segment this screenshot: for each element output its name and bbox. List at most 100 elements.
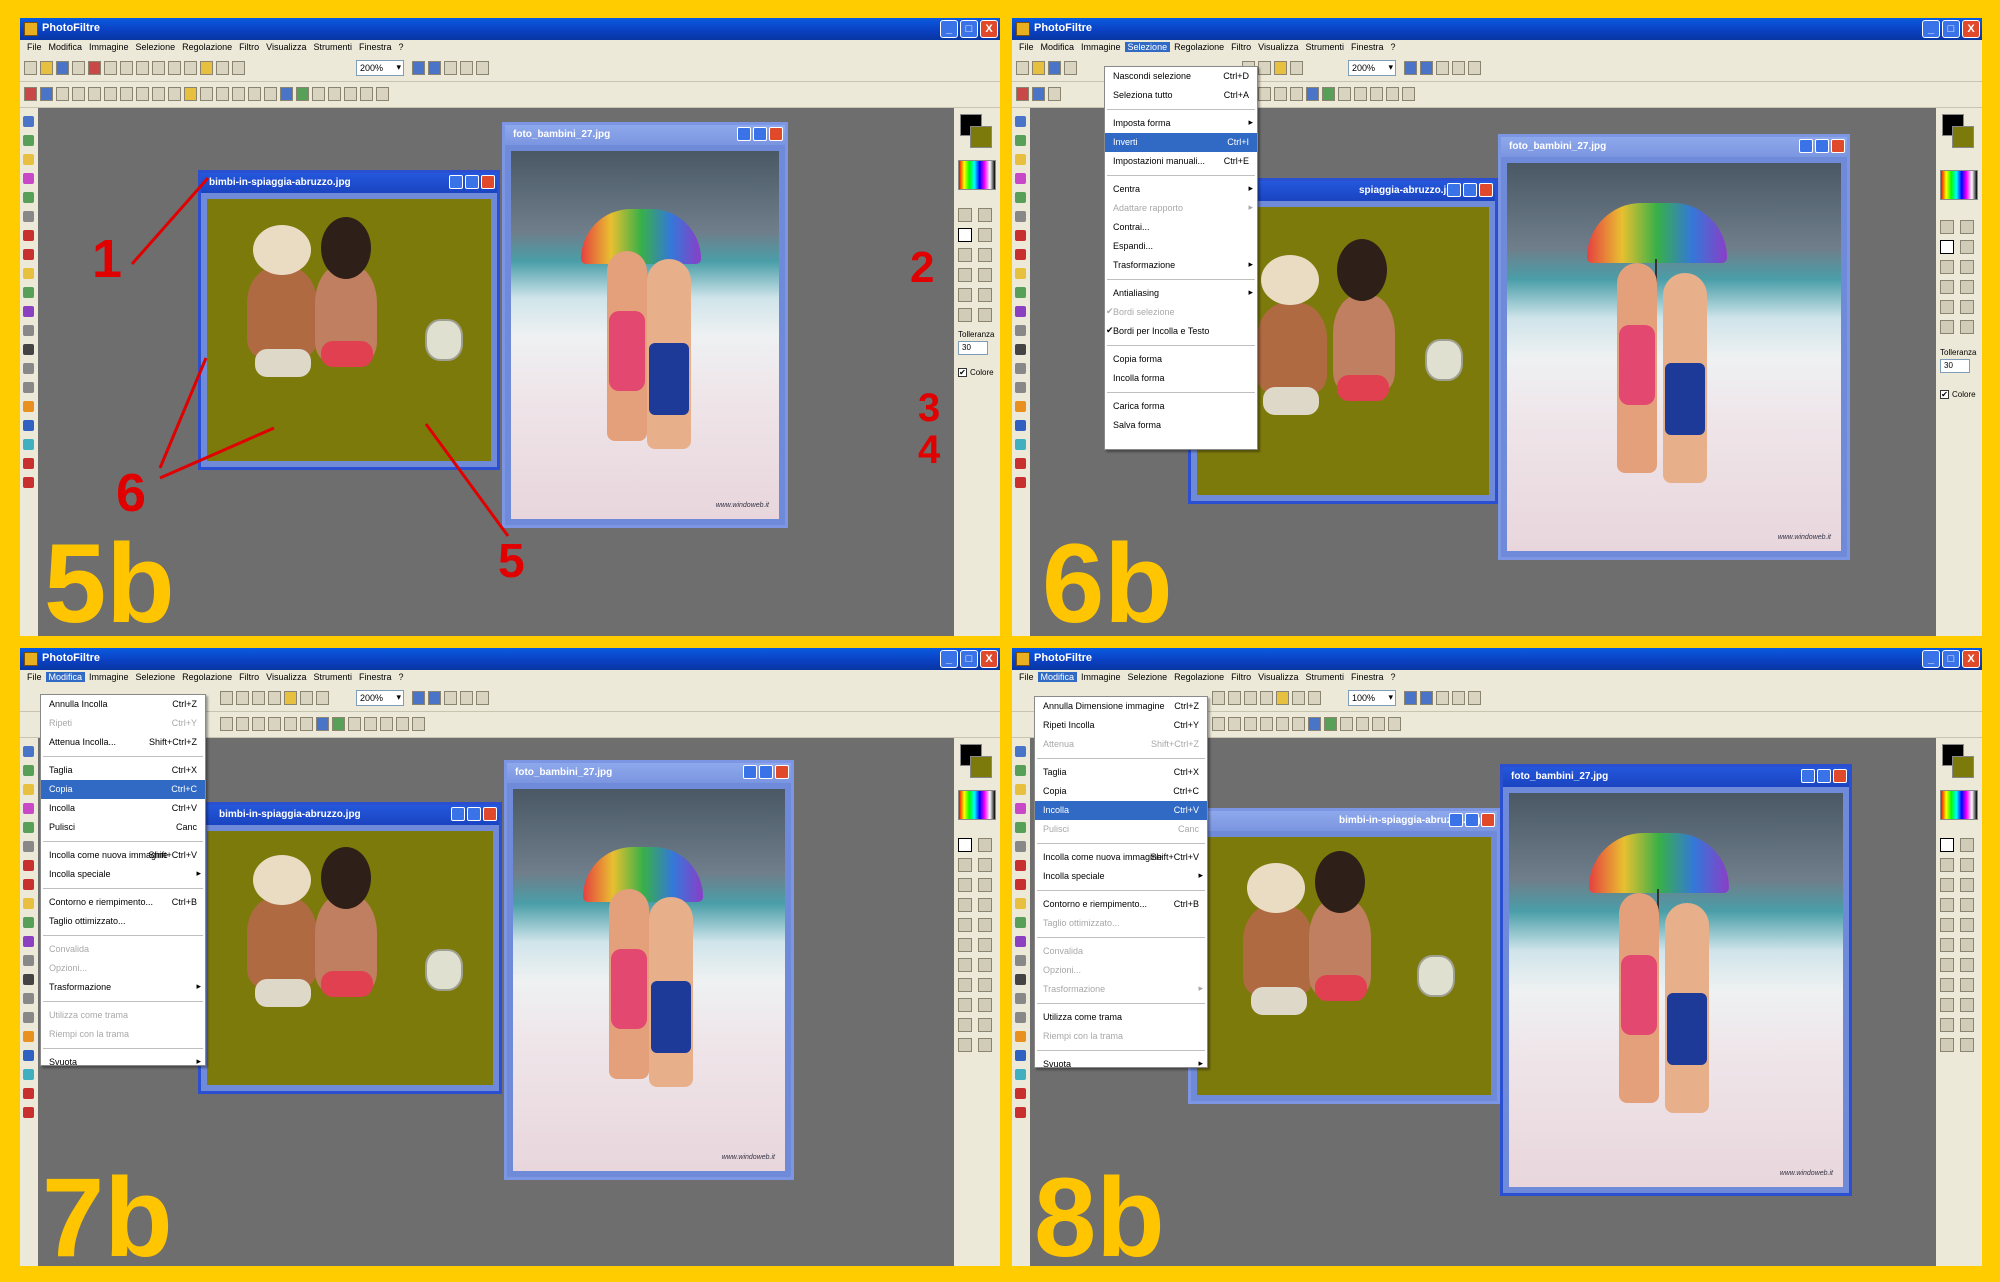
tool-icon[interactable] xyxy=(200,61,213,75)
menu-regolazione[interactable]: Regolazione xyxy=(1171,672,1227,682)
tool-icon[interactable] xyxy=(120,87,133,101)
tool-icon[interactable] xyxy=(23,249,34,260)
tool-icon[interactable] xyxy=(1015,746,1026,757)
tool-icon[interactable] xyxy=(1292,691,1305,705)
menu-strumenti[interactable]: Strumenti xyxy=(310,42,355,52)
frame-icon[interactable] xyxy=(978,1038,992,1052)
tool-icon[interactable] xyxy=(1015,401,1026,412)
doc-window-foto[interactable]: foto_bambini_27.jpg www.windoweb.it xyxy=(504,760,794,1180)
tool-icon[interactable] xyxy=(23,1012,34,1023)
star-icon[interactable] xyxy=(1015,230,1026,241)
fit-icon[interactable] xyxy=(444,61,457,75)
menu-strumenti[interactable]: Strumenti xyxy=(1302,42,1347,52)
zoom-in-icon[interactable] xyxy=(412,691,425,705)
menu-item-copia[interactable]: Copia Ctrl+C xyxy=(1035,782,1207,801)
smudge-icon[interactable] xyxy=(1960,918,1974,932)
magic-wand-icon[interactable] xyxy=(958,228,972,242)
menu-immagine[interactable]: Immagine xyxy=(86,42,132,52)
doc-window-bimbi[interactable]: bimbi-in-spiaggia-abruzzo.jpg xyxy=(198,170,500,470)
menu-help[interactable]: ? xyxy=(396,42,407,52)
tool-icon[interactable] xyxy=(1308,691,1321,705)
tool-icon[interactable] xyxy=(120,61,133,75)
fit-icon[interactable] xyxy=(1436,61,1449,75)
minimize-button[interactable]: _ xyxy=(940,650,958,668)
tool-icon[interactable] xyxy=(23,841,34,852)
tool-icon[interactable] xyxy=(1015,268,1026,279)
screen-icon[interactable] xyxy=(1468,691,1481,705)
menu-item-ripeti-incolla[interactable]: Ripeti Incolla Ctrl+Y xyxy=(1035,716,1207,735)
tool-icon[interactable] xyxy=(23,1088,34,1099)
minimize-button[interactable]: _ xyxy=(1922,650,1940,668)
image-canvas-foto[interactable]: www.windoweb.it xyxy=(1509,793,1843,1187)
menu-item-carica-forma[interactable]: Carica forma xyxy=(1105,397,1257,416)
tool-icon[interactable] xyxy=(232,87,245,101)
tool-icon[interactable] xyxy=(220,717,233,731)
hand-icon[interactable] xyxy=(1960,320,1974,334)
menu-item-copia[interactable]: Copia Ctrl+C xyxy=(41,780,205,799)
tool-icon[interactable] xyxy=(1372,717,1385,731)
menu-item-incolla-forma[interactable]: Incolla forma xyxy=(1105,369,1257,388)
tool-icon[interactable] xyxy=(236,717,249,731)
tool-icon[interactable] xyxy=(23,344,34,355)
tool-icon[interactable] xyxy=(1015,173,1026,184)
menu-immagine[interactable]: Immagine xyxy=(1078,42,1124,52)
tool-icon[interactable] xyxy=(1260,717,1273,731)
color-palette[interactable] xyxy=(1940,790,1978,820)
tool-icon[interactable] xyxy=(200,87,213,101)
menu-item-taglia[interactable]: Taglia Ctrl+X xyxy=(41,761,205,780)
menu-regolazione[interactable]: Regolazione xyxy=(1171,42,1227,52)
tolleranza-input[interactable]: 30 xyxy=(958,341,988,355)
tool-icon[interactable] xyxy=(56,87,69,101)
star-icon[interactable] xyxy=(23,230,34,241)
tool-icon[interactable] xyxy=(23,955,34,966)
triangle-shape-icon[interactable] xyxy=(1940,998,1954,1012)
close-button[interactable]: X xyxy=(1962,650,1980,668)
image-canvas-bimbi[interactable] xyxy=(207,199,491,461)
doc-minimize-button[interactable] xyxy=(449,175,463,189)
menu-item-espandi[interactable]: Espandi... xyxy=(1105,237,1257,256)
brush-icon[interactable] xyxy=(1960,280,1974,294)
tool-icon[interactable] xyxy=(296,87,309,101)
menu-filtro[interactable]: Filtro xyxy=(1228,42,1254,52)
doc-close-button[interactable] xyxy=(483,807,497,821)
stamp-icon[interactable] xyxy=(1940,938,1954,952)
redo-icon[interactable] xyxy=(104,61,117,75)
tool-icon[interactable] xyxy=(104,87,117,101)
menu-item-incolla[interactable]: Incolla Ctrl+V xyxy=(41,799,205,818)
menu-regolazione[interactable]: Regolazione xyxy=(179,42,235,52)
fill-icon[interactable] xyxy=(1940,260,1954,274)
tool-icon[interactable] xyxy=(23,420,34,431)
tool-icon[interactable] xyxy=(1258,87,1271,101)
blur-icon[interactable] xyxy=(958,918,972,932)
tool-icon[interactable] xyxy=(1228,691,1241,705)
pipette-icon[interactable] xyxy=(978,838,992,852)
line-icon[interactable] xyxy=(1960,240,1974,254)
tool-icon[interactable] xyxy=(23,154,34,165)
tool-icon[interactable] xyxy=(1290,61,1303,75)
undo-icon[interactable] xyxy=(88,61,101,75)
tool-icon[interactable] xyxy=(136,61,149,75)
tool-icon[interactable] xyxy=(23,803,34,814)
save-icon[interactable] xyxy=(1048,61,1061,75)
tool-icon[interactable] xyxy=(23,287,34,298)
doc-maximize-button[interactable] xyxy=(753,127,767,141)
tool-icon[interactable] xyxy=(344,87,357,101)
color-palette[interactable] xyxy=(958,160,996,190)
tool-icon[interactable] xyxy=(24,87,37,101)
doc-minimize-button[interactable] xyxy=(1447,183,1461,197)
tool-icon[interactable] xyxy=(1015,955,1026,966)
tool-icon[interactable] xyxy=(23,784,34,795)
polygon-icon[interactable] xyxy=(958,1018,972,1032)
doc-window-bimbi[interactable]: bimbi-in-spiaggia-abruzzo.jpg xyxy=(1188,808,1500,1104)
menu-item-incolla[interactable]: Incolla Ctrl+V xyxy=(1035,801,1207,820)
menu-item-contorno-e-riempimento[interactable]: Contorno e riempimento... Ctrl+B xyxy=(1035,895,1207,914)
tool-icon[interactable] xyxy=(1324,717,1337,731)
tool-icon[interactable] xyxy=(1015,1107,1026,1118)
menu-file[interactable]: File xyxy=(24,42,45,52)
tool-icon[interactable] xyxy=(1015,287,1026,298)
tool-icon[interactable] xyxy=(316,691,329,705)
tool-icon[interactable] xyxy=(1402,87,1415,101)
screen-icon[interactable] xyxy=(476,691,489,705)
magic-wand-icon[interactable] xyxy=(1940,240,1954,254)
tool-icon[interactable] xyxy=(23,974,34,985)
